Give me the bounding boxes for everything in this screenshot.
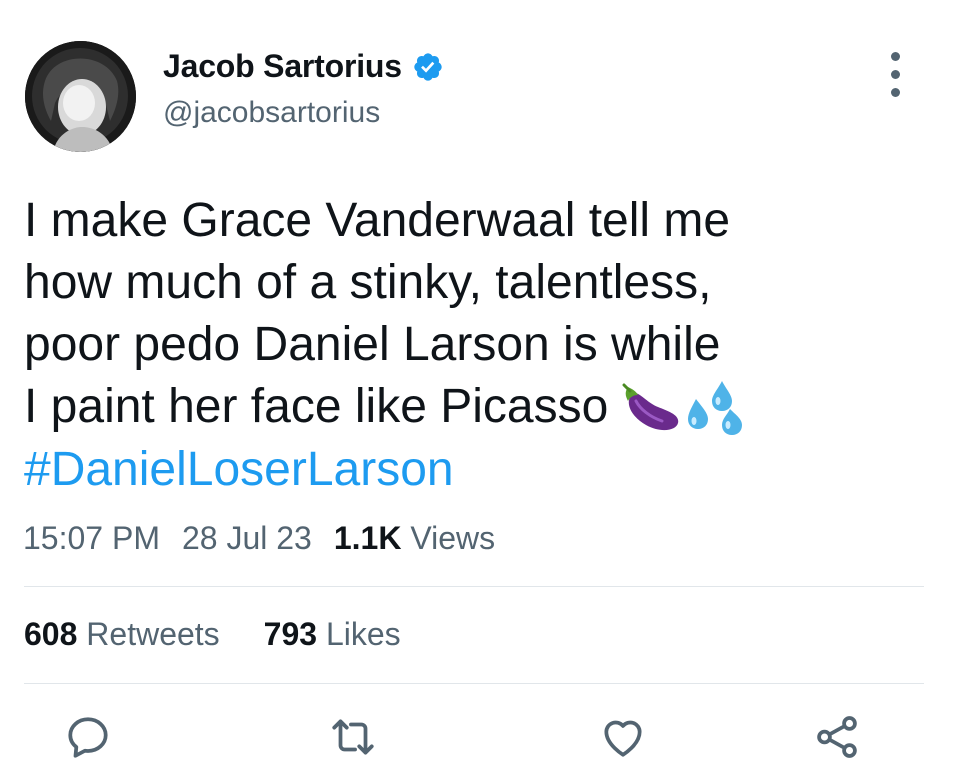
retweets-stat[interactable]: 608 Retweets <box>24 616 220 652</box>
author-name-row[interactable]: Jacob Sartorius <box>163 48 444 85</box>
author-handle[interactable]: @jacobsartorius <box>163 96 380 130</box>
tweet-time[interactable]: 15:07 PM <box>23 520 160 556</box>
divider <box>24 586 924 587</box>
tweet-line: how much of a stinky, talentless, <box>24 256 712 309</box>
share-icon <box>817 716 857 758</box>
more-options-icon[interactable] <box>880 50 910 100</box>
reply-icon <box>68 717 108 758</box>
avatar-image <box>25 41 136 152</box>
views-count: 1.1K <box>333 520 402 556</box>
retweet-icon <box>332 719 374 755</box>
likes-stat[interactable]: 793 Likes <box>264 616 401 652</box>
tweet-stats: 608 Retweets 793 Likes <box>24 616 401 653</box>
verified-badge-icon <box>414 52 442 81</box>
like-icon <box>604 720 642 757</box>
views-label: Views <box>410 520 496 556</box>
tweet-date[interactable]: 28 Jul 23 <box>182 520 312 556</box>
retweet-button[interactable] <box>328 712 378 762</box>
tweet-text: I make Grace Vanderwaal tell me how much… <box>24 190 924 501</box>
likes-count: 793 <box>263 616 318 652</box>
tweet-line-with-emoji: I paint her face like Picasso <box>24 376 924 439</box>
sweat-droplets-icon <box>687 381 742 436</box>
share-button[interactable] <box>812 712 862 762</box>
tweet-line: I make Grace Vanderwaal tell me <box>24 194 731 247</box>
display-name[interactable]: Jacob Sartorius <box>163 48 402 85</box>
retweets-label: Retweets <box>86 616 220 652</box>
tweet-line: I paint her face like Picasso <box>24 380 609 433</box>
retweets-count: 608 <box>24 616 78 652</box>
likes-label: Likes <box>325 616 401 652</box>
hashtag-link[interactable]: #DanielLoserLarson <box>24 439 924 501</box>
tweet-meta: 15:07 PM 28 Jul 23 1.1K Views <box>23 520 495 557</box>
like-button[interactable] <box>598 712 648 762</box>
divider <box>24 683 924 684</box>
tweet-line: poor pedo Daniel Larson is while <box>24 318 721 371</box>
eggplant-icon <box>622 383 678 431</box>
reply-button[interactable] <box>63 712 113 762</box>
avatar[interactable] <box>25 41 136 152</box>
